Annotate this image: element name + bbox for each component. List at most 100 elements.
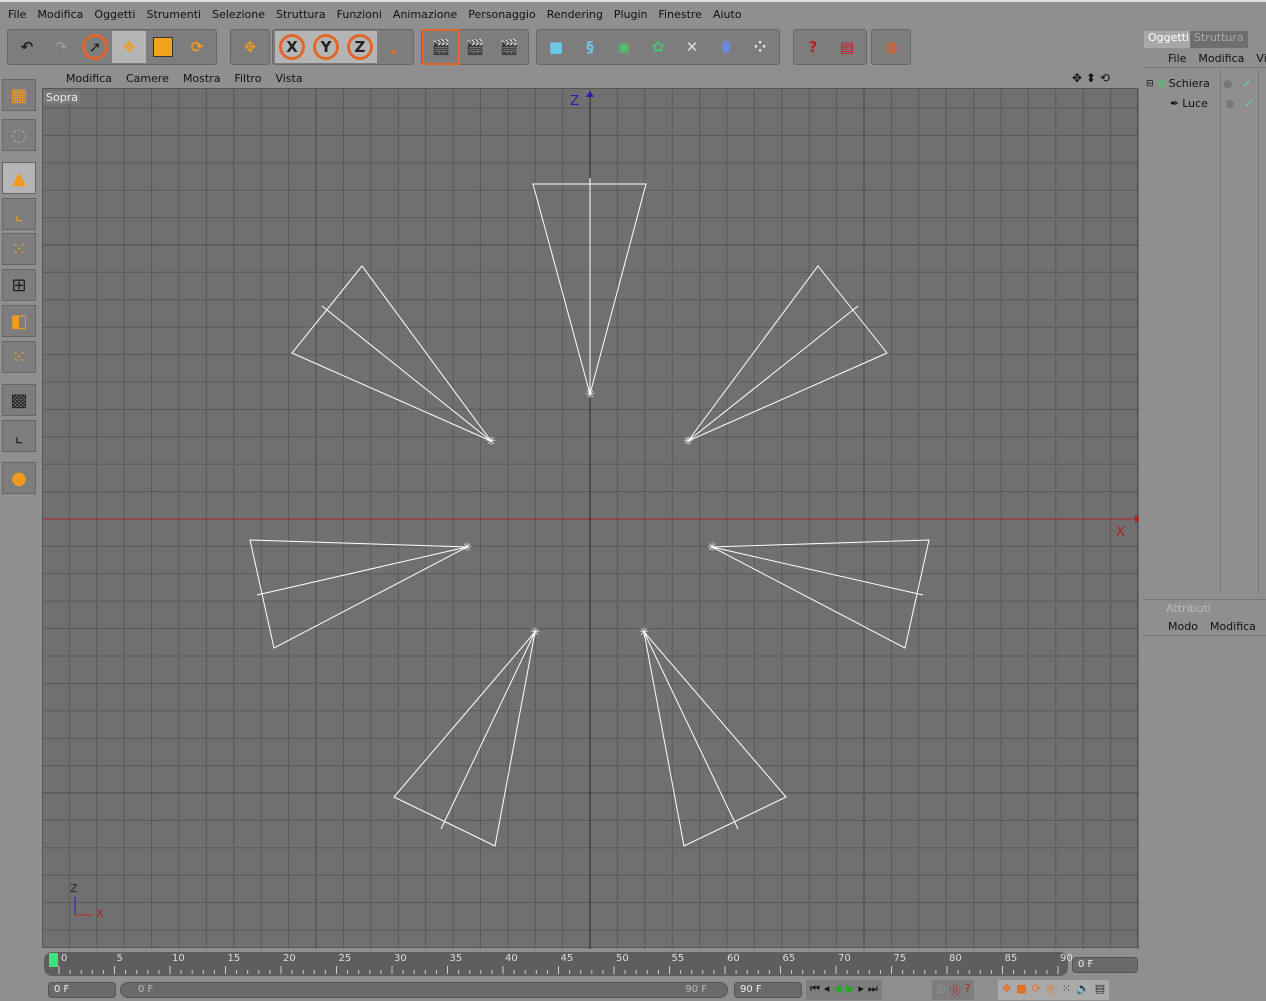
texture-axis-icon[interactable]: ▩ [2, 384, 36, 416]
menu-modifica[interactable]: Modifica [37, 8, 83, 21]
select-tool-icon[interactable]: ➚ [78, 31, 112, 63]
range-slider[interactable]: 0 F 90 F [120, 982, 728, 998]
keyframe-selection-icon[interactable]: ? [965, 982, 971, 998]
visibility-dot-icon[interactable]: ● ⁚ [1223, 77, 1240, 90]
web-globe-icon[interactable]: ◍ [874, 31, 908, 63]
goto-start-icon[interactable]: ⏮ [810, 982, 820, 998]
timeline-tick-label: 55 [671, 953, 685, 964]
end-frame-field[interactable]: 90 F [734, 982, 802, 998]
attributes-menu-modifica[interactable]: Modifica [1210, 620, 1256, 633]
key-rotation-icon[interactable]: ⟳ [1032, 982, 1041, 998]
light-cone [291, 265, 493, 443]
viewport-menu-modifica[interactable]: Modifica [66, 72, 112, 85]
z-axis-lock-button[interactable]: Z [343, 31, 377, 63]
goto-end-icon[interactable]: ⏭ [868, 982, 878, 998]
points-mode-icon[interactable]: ⁙ [2, 233, 36, 265]
cube-icon[interactable]: ■ [539, 31, 573, 63]
render-view-icon[interactable]: 🎬 [422, 29, 460, 65]
spotlight-icon: ✒ [1170, 97, 1180, 110]
menu-finestre[interactable]: Finestre [659, 8, 702, 21]
edges-mode-icon[interactable]: ⊞ [2, 269, 36, 301]
rotate-tool-icon[interactable]: ⟳ [180, 31, 214, 63]
timeline-ruler[interactable]: 0 5 10 15 20 25 30 35 40 45 50 55 60 65 70 75 80 85 90 [44, 952, 1073, 976]
menu-oggetti[interactable]: Oggetti [94, 8, 135, 21]
render-picture-viewer-icon[interactable]: 🎬 [458, 31, 492, 63]
menu-animazione[interactable]: Animazione [393, 8, 457, 21]
key-scheme-icon[interactable]: ▤ [1095, 982, 1105, 998]
enabled-check-icon[interactable]: ✓ [1242, 77, 1251, 90]
nurbs-icon[interactable]: ▣ [607, 31, 641, 63]
polygons-mode-icon[interactable]: ◧ [2, 305, 36, 337]
enabled-check-icon[interactable]: ✓ [1245, 97, 1254, 110]
render-settings-icon[interactable]: 🎬 [492, 31, 526, 63]
help-pointer-icon[interactable]: ? [796, 31, 830, 63]
redo-icon[interactable]: ↷ [44, 31, 78, 63]
viewport-menu-mostra[interactable]: Mostra [183, 72, 221, 85]
z-axis-arrow [586, 91, 594, 97]
tab-oggetti[interactable]: Oggetti [1144, 31, 1194, 48]
menu-plugin[interactable]: Plugin [614, 8, 648, 21]
viewport-menu-filtro[interactable]: Filtro [234, 72, 261, 85]
tab-struttura[interactable]: Struttura [1190, 31, 1248, 48]
objects-menu-vista[interactable]: Vis [1256, 52, 1266, 65]
record-icon[interactable]: ◎ [936, 982, 946, 998]
menu-aiuto[interactable]: Aiuto [713, 8, 742, 21]
menu-personaggio[interactable]: Personaggio [468, 8, 535, 21]
objects-menu-modifica[interactable]: Modifica [1198, 52, 1244, 65]
particle-icon[interactable]: ⁘ [743, 31, 777, 63]
coordinate-system-icon[interactable]: ⌞ [377, 31, 411, 63]
menu-selezione[interactable]: Selezione [212, 8, 265, 21]
timeline-tick-label: 70 [838, 953, 851, 964]
key-pla-icon[interactable]: ⁙ [1062, 982, 1071, 998]
array-icon[interactable]: ✿ [641, 31, 675, 63]
current-frame-field[interactable]: 0 F [1072, 957, 1138, 973]
timeline-tick-label: 65 [782, 953, 796, 964]
objects-menu-file[interactable]: File [1168, 52, 1186, 65]
svg-text:✳: ✳ [462, 540, 472, 554]
menu-funzioni[interactable]: Funzioni [337, 8, 382, 21]
undo-icon[interactable]: ↶ [10, 31, 44, 63]
menu-file[interactable]: File [8, 8, 26, 21]
menu-rendering[interactable]: Rendering [547, 8, 603, 21]
spline-icon[interactable]: § [573, 31, 607, 63]
key-position-icon[interactable]: ✥ [1002, 982, 1011, 998]
timeline-tick-label: 60 [727, 953, 740, 964]
viewport[interactable]: ✳ ✳ ✳ ✳ ✳ ✳ ✳ Sopra Z X Z X [42, 88, 1139, 949]
move-tool-icon[interactable]: ✥ [112, 31, 146, 63]
object-row-schiera[interactable]: ⊟ ✿ Schiera ● ⁚ ✓ [1146, 77, 1252, 90]
texture-mode-icon[interactable]: ⁙ [2, 341, 36, 373]
play-forward-icon[interactable]: ▶ [846, 982, 854, 998]
object-row-luce[interactable]: ✒ Luce ● ⁚ ✓ [1170, 97, 1254, 110]
attributes-menu: Modo Modifica [1142, 618, 1266, 636]
prev-frame-icon[interactable]: ◂ [824, 982, 830, 998]
objects-menu: File Modifica Vis [1142, 50, 1266, 68]
key-sound-icon[interactable]: 🔊 [1076, 982, 1090, 998]
scale-tool-icon[interactable] [146, 31, 180, 63]
layout-icon[interactable]: ▦ [2, 79, 36, 111]
menu-strumenti[interactable]: Strumenti [146, 8, 201, 21]
key-scale-icon[interactable]: ■ [1016, 982, 1026, 998]
key-param-icon[interactable]: Ⓟ [1046, 982, 1057, 998]
tweak-mode-icon[interactable]: ● [2, 462, 36, 494]
start-frame-field[interactable]: 0 F [48, 982, 116, 998]
live-select-icon[interactable]: ✥ [233, 31, 267, 63]
deformer-icon[interactable]: ✕ [675, 31, 709, 63]
autokey-icon[interactable]: ⓪ [950, 982, 961, 998]
svg-text:✳: ✳ [530, 625, 540, 639]
object-axis-icon[interactable]: ⌞ [2, 198, 36, 230]
model-mode-icon[interactable]: ▲ [2, 162, 36, 194]
polygon-mode-icon[interactable]: ◌ [2, 119, 36, 151]
viewport-menu-camere[interactable]: Camere [126, 72, 169, 85]
help-index-icon[interactable]: ▤ [830, 31, 864, 63]
y-axis-lock-button[interactable]: Y [309, 31, 343, 63]
svg-text:✳: ✳ [639, 625, 649, 639]
visibility-dot-icon[interactable]: ● ⁚ [1225, 97, 1242, 110]
viewport-menu-vista[interactable]: Vista [275, 72, 302, 85]
menu-struttura[interactable]: Struttura [276, 8, 326, 21]
play-backward-icon[interactable]: ◀ [833, 982, 841, 998]
workplane-icon[interactable]: ⌞ [2, 420, 36, 452]
scene-object-icon[interactable]: ⬮ [709, 31, 743, 63]
next-frame-icon[interactable]: ▸ [858, 982, 864, 998]
attributes-menu-modo[interactable]: Modo [1168, 620, 1198, 633]
x-axis-lock-button[interactable]: X [275, 31, 309, 63]
